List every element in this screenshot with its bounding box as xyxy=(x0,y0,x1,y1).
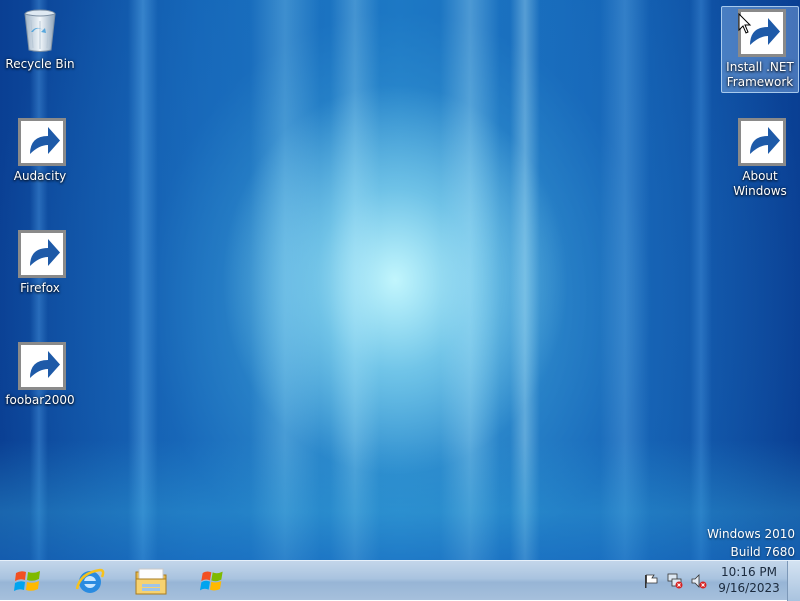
icon-label: Recycle Bin xyxy=(5,57,75,71)
taskbar-internet-explorer-button[interactable] xyxy=(64,563,116,599)
desktop-icon-foobar2000[interactable]: foobar2000 xyxy=(1,342,79,408)
recycle-bin-icon xyxy=(16,6,64,54)
taskbar-clock[interactable]: 10:16 PM 9/16/2023 xyxy=(712,564,786,596)
shortcut-arrow-icon xyxy=(18,230,66,278)
os-version-watermark: Windows 2010 Build 7680 xyxy=(707,525,795,560)
volume-muted-icon[interactable] xyxy=(690,573,708,589)
desktop-icon-recycle-bin[interactable]: Recycle Bin xyxy=(1,6,79,72)
windows-logo-icon xyxy=(736,118,786,166)
icon-label: foobar2000 xyxy=(5,393,75,407)
show-desktop-button[interactable] xyxy=(787,561,800,601)
firefox-icon xyxy=(16,230,66,278)
taskbar-windows-button[interactable] xyxy=(186,563,238,599)
icon-label: Firefox xyxy=(20,281,60,295)
desktop-background[interactable]: Recycle Bin Audacity Firefox foobar2000 … xyxy=(0,0,800,560)
icon-label: Audacity xyxy=(13,169,67,183)
icon-label-line2: Framework xyxy=(726,75,794,89)
icon-label-line1: Install .NET xyxy=(726,60,794,74)
shortcut-arrow-icon xyxy=(18,342,66,390)
desktop-icon-firefox[interactable]: Firefox xyxy=(1,230,79,296)
clock-time: 10:16 PM xyxy=(721,565,777,579)
windows-logo-icon xyxy=(200,571,223,591)
foobar2000-icon xyxy=(16,342,66,390)
start-button[interactable] xyxy=(2,563,54,599)
watermark-line1: Windows 2010 xyxy=(707,527,795,541)
desktop-icon-about-windows[interactable]: About Windows xyxy=(721,118,799,199)
audacity-icon xyxy=(16,118,66,166)
network-disconnected-icon[interactable] xyxy=(666,573,684,589)
wallpaper-floor-glow xyxy=(0,440,800,560)
icon-label-line1: About xyxy=(742,169,778,183)
desktop-icon-audacity[interactable]: Audacity xyxy=(1,118,79,184)
icon-label-line2: Windows xyxy=(733,184,787,198)
internet-explorer-icon xyxy=(75,568,105,593)
action-center-flag-icon[interactable] xyxy=(642,573,660,589)
clock-date: 9/16/2023 xyxy=(718,581,780,595)
windows-start-orb-icon xyxy=(14,571,40,591)
taskbar-file-explorer-button[interactable] xyxy=(125,563,177,599)
shortcut-arrow-icon xyxy=(738,118,786,166)
watermark-line2: Build 7680 xyxy=(730,545,795,559)
taskbar: 10:16 PM 9/16/2023 xyxy=(0,560,800,601)
shortcut-arrow-icon xyxy=(18,118,66,166)
file-explorer-folder-icon xyxy=(135,568,167,595)
mouse-pointer-icon xyxy=(738,13,752,34)
desktop-icon-install-dotnet[interactable]: Install .NET Framework xyxy=(721,6,799,93)
